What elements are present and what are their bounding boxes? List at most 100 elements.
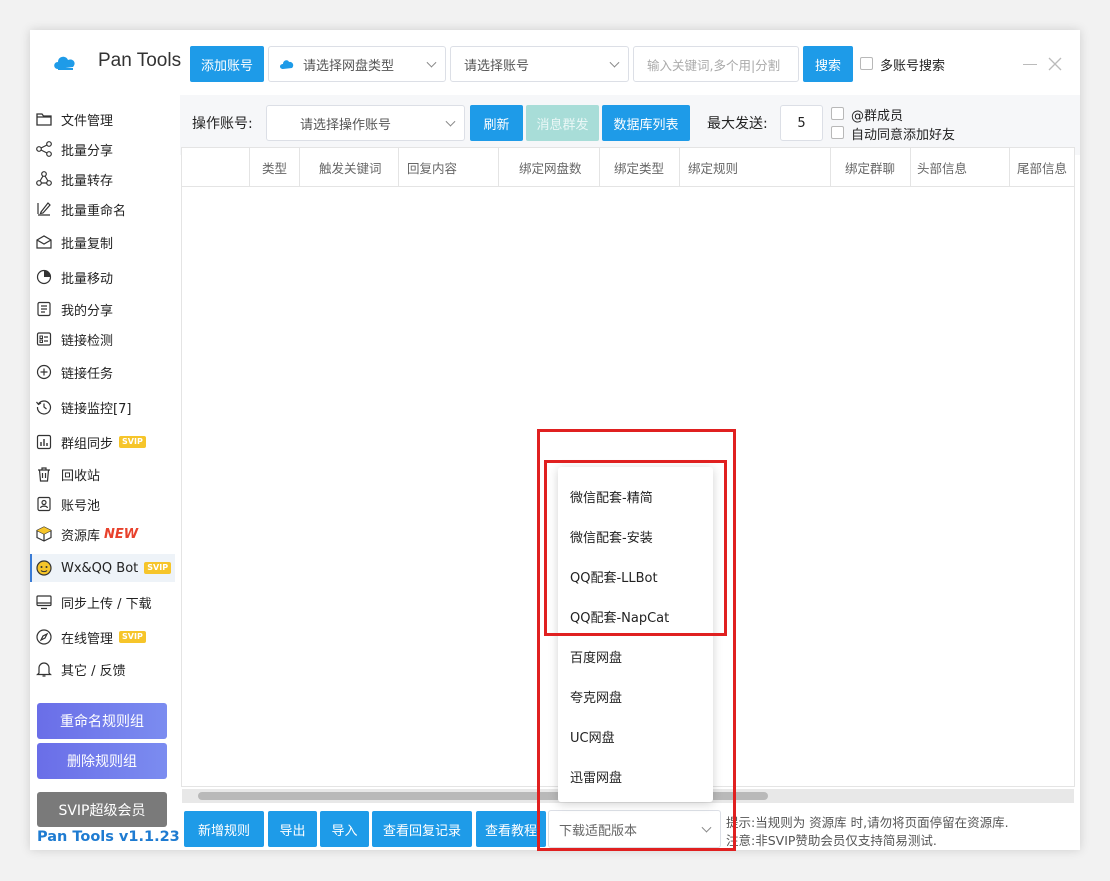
sidebar-item-recycle-bin[interactable]: 回收站 xyxy=(30,460,175,488)
multi-account-search-label: 多账号搜索 xyxy=(880,59,946,74)
search-button[interactable]: 搜索 xyxy=(803,46,853,82)
sidebar-item-resource-library[interactable]: 资源库 NEW xyxy=(30,520,175,548)
sidebar-item-batch-transfer[interactable]: 批量转存 xyxy=(30,165,175,193)
group-sync-icon xyxy=(36,434,52,450)
delete-rule-group-button[interactable]: 删除规则组 xyxy=(37,743,167,779)
svip-badge: SVIP xyxy=(144,562,172,574)
sidebar-item-link-check[interactable]: 链接检测 xyxy=(30,325,175,353)
sidebar-item-label: 文件管理 xyxy=(61,113,114,129)
sidebar-item-link-task[interactable]: 链接任务 xyxy=(30,358,175,386)
sidebar-item-wx-qq-bot[interactable]: Wx&QQ Bot SVIP xyxy=(30,554,175,582)
sidebar-item-label: 资源库 xyxy=(61,528,101,544)
share-icon xyxy=(36,141,52,157)
mass-message-button[interactable]: 消息群发 xyxy=(526,105,599,141)
rename-icon xyxy=(37,202,51,216)
sidebar-item-label: 同步上传 / 下载 xyxy=(61,596,152,612)
sidebar-item-other-feedback[interactable]: 其它 / 反馈 xyxy=(30,655,175,683)
view-reply-log-button[interactable]: 查看回复记录 xyxy=(372,811,472,847)
sidebar: 文件管理 批量分享 批量转存 批量重命名 批量复制 批量移动 我的分享 链接检测… xyxy=(30,102,180,682)
table-column-header: 回复内容 xyxy=(398,148,498,186)
chevron-down-icon xyxy=(426,57,437,68)
table-column-header: 绑定网盘数 xyxy=(498,148,599,186)
add-account-button[interactable]: 添加账号 xyxy=(190,46,264,82)
sidebar-item-label: 批量移动 xyxy=(61,271,114,287)
operate-account-select-text: 请选择操作账号 xyxy=(300,117,392,133)
app-window: Pan Tools 添加账号 请选择网盘类型 请选择账号 输入关键词,多个用|分… xyxy=(30,30,1080,851)
auto-accept-friends-label: 自动同意添加好友 xyxy=(851,128,956,143)
table-column-header: 绑定类型 xyxy=(599,148,679,186)
sidebar-item-label: 批量转存 xyxy=(61,173,114,189)
sidebar-item-label: 批量分享 xyxy=(61,143,114,159)
max-send-label: 最大发送: xyxy=(707,116,768,132)
disk-type-select[interactable]: 请选择网盘类型 xyxy=(268,46,446,82)
sidebar-item-label: 账号池 xyxy=(61,498,101,514)
operate-account-select[interactable]: 请选择操作账号 xyxy=(266,105,465,141)
table-column-header: 类型 xyxy=(249,148,299,186)
import-button[interactable]: 导入 xyxy=(320,811,369,847)
my-share-icon xyxy=(37,301,51,317)
account-select[interactable]: 请选择账号 xyxy=(450,46,629,82)
max-send-value: 5 xyxy=(797,115,806,131)
table-header: 类型 触发关键词 回复内容 绑定网盘数 绑定类型 绑定规则 绑定群聊 头部信息 … xyxy=(182,148,1074,187)
chevron-down-icon xyxy=(445,116,456,127)
sidebar-item-label: Wx&QQ Bot xyxy=(61,560,139,576)
sidebar-item-link-monitor[interactable]: 链接监控[7] xyxy=(30,393,175,421)
cloud-icon xyxy=(279,58,295,74)
database-list-button[interactable]: 数据库列表 xyxy=(602,105,690,141)
notice-text: 注意:非SVIP赞助会员仅支持简易测试. xyxy=(726,833,937,848)
max-send-input[interactable]: 5 xyxy=(780,105,823,141)
sidebar-item-label: 批量重命名 xyxy=(61,203,127,219)
account-pool-icon xyxy=(37,496,51,512)
sidebar-item-batch-move[interactable]: 批量移动 xyxy=(30,263,175,291)
sidebar-item-my-share[interactable]: 我的分享 xyxy=(30,295,175,323)
sidebar-item-group-sync[interactable]: 群组同步 SVIP xyxy=(30,428,175,456)
sidebar-item-label: 其它 / 反馈 xyxy=(61,663,126,679)
new-rule-button[interactable]: 新增规则 xyxy=(184,811,264,847)
table-column-header: 尾部信息 xyxy=(1009,148,1074,186)
link-check-icon xyxy=(36,332,52,346)
svip-member-button[interactable]: SVIP超级会员 xyxy=(37,792,167,827)
resource-library-icon xyxy=(36,526,52,542)
sidebar-item-account-pool[interactable]: 账号池 xyxy=(30,490,175,518)
view-tutorial-button[interactable]: 查看教程 xyxy=(476,811,546,847)
sidebar-item-label: 批量复制 xyxy=(61,236,114,252)
sidebar-item-file-management[interactable]: 文件管理 xyxy=(30,105,175,133)
group-members-label: @群成员 xyxy=(851,109,904,124)
hint-text: 提示:当规则为 资源库 时,请勿将页面停留在资源库. xyxy=(726,815,1009,830)
auto-accept-friends-checkbox[interactable] xyxy=(831,126,844,139)
export-button[interactable]: 导出 xyxy=(268,811,317,847)
sidebar-item-label: 链接检测 xyxy=(61,333,114,349)
sidebar-item-label: 我的分享 xyxy=(61,303,114,319)
keyword-search-input[interactable]: 输入关键词,多个用|分割 xyxy=(633,46,799,82)
table-column-header: 绑定群聊 xyxy=(830,148,910,186)
sidebar-item-label: 回收站 xyxy=(61,468,101,484)
sidebar-item-batch-share[interactable]: 批量分享 xyxy=(30,135,175,163)
inner-highlight-box xyxy=(544,460,727,636)
sidebar-item-label: 链接任务 xyxy=(61,366,114,382)
sidebar-item-batch-rename[interactable]: 批量重命名 xyxy=(30,195,175,223)
account-select-text: 请选择账号 xyxy=(464,58,530,74)
bell-icon xyxy=(36,662,52,677)
sidebar-item-sync-upload-download[interactable]: 同步上传 / 下载 xyxy=(30,588,175,616)
close-icon[interactable] xyxy=(1048,57,1062,71)
link-task-icon xyxy=(36,364,52,380)
refresh-button[interactable]: 刷新 xyxy=(470,105,523,141)
sidebar-item-label: 群组同步 xyxy=(61,436,114,452)
disk-type-select-text: 请选择网盘类型 xyxy=(303,58,395,74)
svip-badge: SVIP xyxy=(119,631,146,643)
chevron-down-icon xyxy=(609,57,620,68)
sidebar-item-batch-copy[interactable]: 批量复制 xyxy=(30,228,175,256)
operate-account-label: 操作账号: xyxy=(192,116,253,132)
sync-upload-icon xyxy=(36,595,52,610)
table-column-header: 头部信息 xyxy=(910,148,1009,186)
table-column-header: 绑定规则 xyxy=(679,148,830,186)
version-label: Pan Tools v1.1.23 xyxy=(37,829,180,845)
folder-icon xyxy=(36,113,52,126)
minimize-icon[interactable] xyxy=(1023,64,1037,65)
group-members-checkbox[interactable] xyxy=(831,107,844,120)
sidebar-item-online-management[interactable]: 在线管理 SVIP xyxy=(30,623,175,651)
rename-rule-group-button[interactable]: 重命名规则组 xyxy=(37,703,167,739)
multi-account-search-checkbox[interactable] xyxy=(860,57,873,70)
move-icon xyxy=(36,269,52,285)
search-input-placeholder: 输入关键词,多个用|分割 xyxy=(647,57,781,73)
